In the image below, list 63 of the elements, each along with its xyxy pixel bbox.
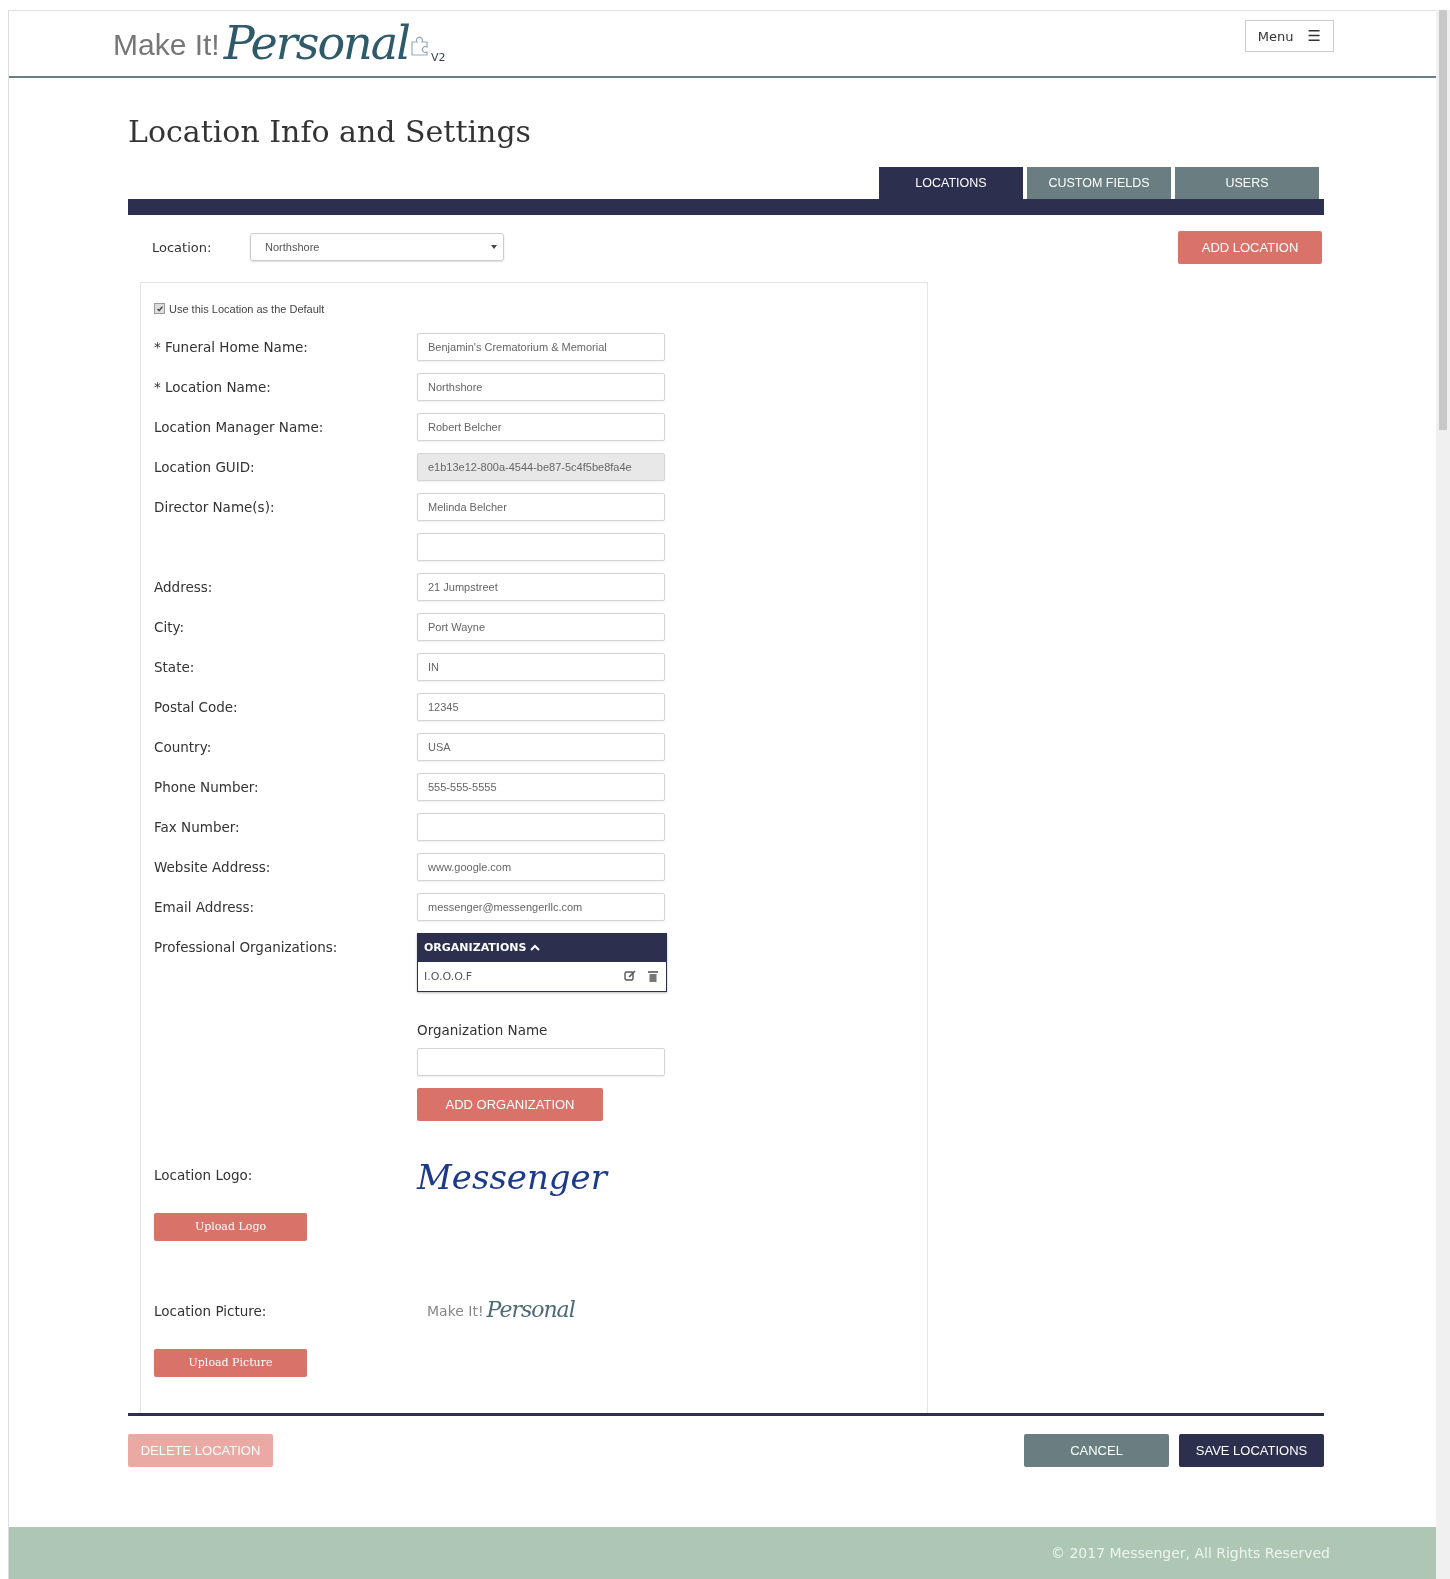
input-field[interactable]: 12345 bbox=[417, 692, 665, 721]
input-field[interactable]: Robert Belcher bbox=[417, 412, 665, 441]
save-locations-button[interactable]: SAVE LOCATIONS bbox=[1179, 1433, 1324, 1467]
upload-logo-button[interactable]: Upload Logo bbox=[154, 1212, 307, 1241]
field-label: Location Manager Name: bbox=[154, 418, 325, 435]
input-field[interactable]: Port Wayne bbox=[417, 612, 665, 641]
input-field[interactable]: IN bbox=[417, 652, 665, 681]
input-field[interactable]: Northshore bbox=[417, 372, 665, 401]
field-label: * Location Name: bbox=[154, 378, 272, 395]
upload-picture-button[interactable]: Upload Picture bbox=[154, 1348, 307, 1377]
field-label: Country: bbox=[154, 738, 213, 755]
scrollbar[interactable] bbox=[1436, 10, 1450, 1579]
field-label: Email Address: bbox=[154, 898, 256, 915]
field-label: Address: bbox=[154, 578, 214, 595]
version-text: V2 bbox=[430, 51, 446, 67]
field-label: Location Picture: bbox=[154, 1302, 268, 1319]
input-field[interactable] bbox=[417, 1047, 665, 1076]
add-organization-button[interactable]: ADD ORGANIZATION bbox=[417, 1087, 603, 1121]
checkbox-label: Use this Location as the Default bbox=[169, 302, 325, 315]
input-field[interactable] bbox=[417, 812, 665, 841]
input-field[interactable]: USA bbox=[417, 732, 665, 761]
cancel-button[interactable]: CANCEL bbox=[1024, 1433, 1169, 1467]
logo-script-text: Personal bbox=[486, 1296, 575, 1322]
tab[interactable]: LOCATIONS bbox=[879, 166, 1023, 199]
input-field[interactable]: messenger@messengerllc.com bbox=[417, 892, 665, 921]
input-field[interactable]: 555-555-5555 bbox=[417, 772, 665, 801]
field-label: Fax Number: bbox=[154, 818, 241, 835]
menu-button[interactable]: Menu ☰ bbox=[1244, 20, 1334, 53]
tab[interactable]: USERS bbox=[1175, 166, 1319, 199]
logo-image: Messenger bbox=[417, 1156, 607, 1197]
edit-icon[interactable] bbox=[624, 970, 636, 983]
field-label: Location GUID: bbox=[154, 458, 256, 475]
field-label: * Funeral Home Name: bbox=[154, 338, 309, 355]
field-label: Location Logo: bbox=[154, 1166, 254, 1183]
chevron-icon bbox=[530, 943, 541, 952]
field-label: City: bbox=[154, 618, 186, 635]
input-field[interactable]: 21 Jumpstreet bbox=[417, 572, 665, 601]
logo-text: Make It! bbox=[427, 1302, 484, 1321]
page-title: Location Info and Settings bbox=[128, 113, 532, 149]
caret-icon bbox=[491, 245, 497, 250]
field-label: Director Name(s): bbox=[154, 498, 276, 515]
field-label: State: bbox=[154, 658, 196, 675]
field-label: Postal Code: bbox=[154, 698, 239, 715]
trash-icon[interactable] bbox=[648, 970, 658, 983]
location-label: Location: bbox=[152, 239, 213, 255]
add-location-button[interactable]: ADD LOCATION bbox=[1178, 230, 1322, 264]
input-field[interactable]: www.google.com bbox=[417, 852, 665, 881]
input-field[interactable]: Melinda Belcher bbox=[417, 492, 665, 521]
logo-text: Make It! bbox=[113, 28, 220, 64]
checkbox[interactable] bbox=[154, 303, 165, 315]
copyright-text: © 2017 Messenger, All Rights Reserved bbox=[1050, 1544, 1330, 1561]
organizations-header[interactable]: ORGANIZATIONS bbox=[418, 933, 666, 962]
input-field[interactable]: Benjamin's Crematorium & Memorial bbox=[417, 332, 665, 361]
organization-name-label: Organization Name bbox=[417, 1021, 549, 1038]
organization-name: I.O.O.O.F bbox=[424, 969, 474, 983]
logo-script-text: Personal bbox=[223, 16, 409, 71]
field-label: Phone Number: bbox=[154, 778, 260, 795]
location-dropdown[interactable]: Northshore bbox=[250, 233, 504, 262]
puzzle-icon bbox=[408, 34, 431, 57]
input-field[interactable] bbox=[417, 532, 665, 561]
field-label: Website Address: bbox=[154, 858, 272, 875]
tab[interactable]: CUSTOM FIELDS bbox=[1027, 166, 1171, 199]
field-label: Professional Organizations: bbox=[154, 937, 339, 955]
